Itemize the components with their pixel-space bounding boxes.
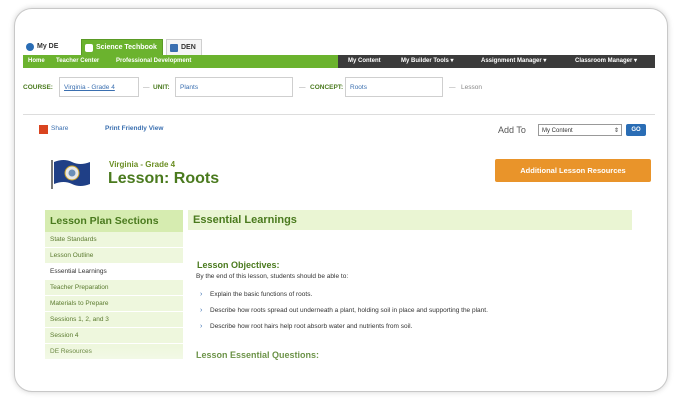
page-title: Lesson: Roots — [108, 170, 220, 187]
share-button[interactable]: Share — [51, 125, 68, 132]
sidebar-title: Lesson Plan Sections — [45, 210, 183, 232]
nav-classroom-manager[interactable]: Classroom Manager ▾ — [575, 55, 637, 68]
tab-bar: My DE Science Techbook DEN — [23, 33, 655, 56]
lesson-toolbar: Share Print Friendly View Add To My Cont… — [23, 114, 655, 145]
list-item: › Describe how root hairs help root absor… — [200, 322, 488, 338]
sidebar-item-state-standards[interactable]: State Standards — [45, 232, 183, 248]
nav-professional-development[interactable]: Professional Development — [116, 55, 191, 68]
sidebar-item-materials-to-prepare[interactable]: Materials to Prepare — [45, 296, 183, 312]
list-item: › Describe how roots spread out underneat… — [200, 306, 488, 322]
unit-label: UNIT: — [153, 84, 170, 91]
add-to-label: Add To — [498, 125, 526, 135]
lesson-plan-sidebar: Lesson Plan Sections State Standards Les… — [45, 210, 183, 360]
go-button[interactable]: GO — [626, 124, 646, 136]
add-to-value: My Content — [542, 128, 573, 134]
nav-my-builder-tools[interactable]: My Builder Tools ▾ — [401, 55, 454, 68]
main-nav-bar: Home Teacher Center Professional Develop… — [23, 55, 655, 68]
concept-value: Roots — [350, 84, 367, 91]
sidebar-item-teacher-preparation[interactable]: Teacher Preparation — [45, 280, 183, 296]
lesson-grade: Virginia - Grade 4 — [109, 160, 176, 169]
bullet-arrow-icon: › — [200, 323, 203, 330]
section-heading: Essential Learnings — [188, 210, 632, 230]
tab-label: My DE — [37, 43, 59, 50]
objective-text: Describe how root hairs help root absorb… — [210, 323, 413, 330]
tab-label: DEN — [181, 44, 196, 51]
sidebar-item-de-resources[interactable]: DE Resources — [45, 344, 183, 360]
unit-value: Plants — [180, 84, 199, 91]
add-to-select[interactable]: My Content ⇕ — [538, 124, 622, 136]
tab-den[interactable]: DEN — [166, 39, 202, 56]
additional-resources-button[interactable]: Additional Lesson Resources — [495, 159, 651, 182]
sidebar-item-sessions-1-2-3[interactable]: Sessions 1, 2, and 3 — [45, 312, 183, 328]
techbook-icon — [85, 44, 93, 52]
concept-label: CONCEPT: — [310, 84, 344, 91]
separator: — — [143, 84, 150, 91]
nav-my-content[interactable]: My Content — [348, 55, 381, 68]
questions-heading: Lesson Essential Questions: — [196, 350, 320, 360]
separator: — — [299, 84, 306, 91]
course-value: Virginia - Grade 4 — [64, 84, 115, 91]
concept-field[interactable]: Roots — [345, 77, 443, 97]
lesson-label: Lesson — [461, 84, 482, 91]
tab-my-de[interactable]: My DE — [23, 39, 82, 55]
objectives-list: › Explain the basic functions of roots. ›… — [200, 290, 488, 338]
unit-field[interactable]: Plants — [175, 77, 293, 97]
sidebar-item-lesson-outline[interactable]: Lesson Outline — [45, 248, 183, 264]
bullet-arrow-icon: › — [200, 291, 203, 298]
tab-science-techbook[interactable]: Science Techbook — [81, 39, 163, 56]
print-friendly-link[interactable]: Print Friendly View — [105, 125, 163, 132]
objectives-heading: Lesson Objectives: — [197, 260, 280, 270]
sidebar-item-session-4[interactable]: Session 4 — [45, 328, 183, 344]
course-label: COURSE: — [23, 84, 53, 91]
chevron-down-icon: ⇕ — [613, 128, 619, 134]
separator: — — [449, 84, 456, 91]
nav-assignment-manager[interactable]: Assignment Manager ▾ — [481, 55, 546, 68]
sidebar-item-essential-learnings[interactable]: Essential Learnings — [45, 264, 183, 280]
nav-teacher-center[interactable]: Teacher Center — [56, 55, 99, 68]
course-selector-row: COURSE: Virginia - Grade 4 — UNIT: Plant… — [23, 76, 655, 100]
list-item: › Explain the basic functions of roots. — [200, 290, 488, 306]
share-icon[interactable] — [39, 125, 48, 134]
nav-home[interactable]: Home — [28, 55, 45, 68]
objective-text: Describe how roots spread out underneath… — [210, 307, 488, 314]
objectives-intro: By the end of this lesson, students shou… — [196, 273, 349, 280]
virginia-flag-icon — [51, 160, 90, 189]
objective-text: Explain the basic functions of roots. — [210, 291, 313, 298]
globe-icon — [26, 43, 34, 51]
course-field[interactable]: Virginia - Grade 4 — [59, 77, 139, 97]
den-icon — [170, 44, 178, 52]
bullet-arrow-icon: › — [200, 307, 203, 314]
tab-label: Science Techbook — [96, 44, 157, 51]
